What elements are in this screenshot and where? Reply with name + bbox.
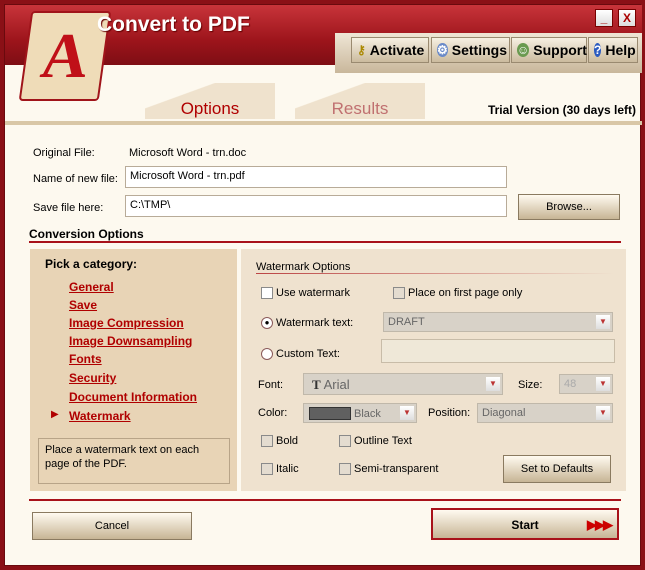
category-image-downsampling[interactable]: Image Downsampling xyxy=(69,334,192,348)
start-button[interactable]: Start ▶▶▶ xyxy=(431,508,619,540)
save-location-label: Save file here: xyxy=(33,202,104,214)
divider xyxy=(256,273,614,274)
users-icon: ☺ xyxy=(517,43,530,57)
bold-label: Bold xyxy=(276,435,299,447)
divider xyxy=(29,499,621,501)
activate-label: Activate xyxy=(369,42,425,58)
gear-icon: ⚙ xyxy=(437,43,448,57)
bold-checkbox[interactable] xyxy=(261,435,273,447)
italic-label: Italic xyxy=(276,463,299,475)
semi-transparent-label: Semi-transparent xyxy=(354,463,439,475)
watermark-text-select[interactable]: DRAFT ▼ xyxy=(383,312,613,332)
color-select[interactable]: Black ▼ xyxy=(303,403,417,423)
outline-label: Outline Text xyxy=(354,435,412,447)
start-label: Start xyxy=(511,518,539,532)
font-icon: T xyxy=(312,377,321,392)
help-label: Help xyxy=(605,42,636,58)
first-page-label: Place on first page only xyxy=(408,287,523,299)
watermark-options-heading: Watermark Options xyxy=(256,261,351,273)
category-general[interactable]: General xyxy=(69,280,114,294)
watermark-text-radio[interactable]: ● xyxy=(261,317,273,329)
key-icon: ⚷ xyxy=(357,43,366,57)
app-window: A Convert to PDF _ X ⚷ Activate ⚙ Settings… xyxy=(4,4,642,566)
category-security[interactable]: Security xyxy=(69,371,116,385)
size-select[interactable]: 48 ▼ xyxy=(559,374,613,394)
use-watermark-label: Use watermark xyxy=(276,287,350,299)
category-fonts[interactable]: Fonts xyxy=(69,352,102,366)
chevron-down-icon: ▼ xyxy=(486,377,500,391)
cancel-button[interactable]: Cancel xyxy=(32,512,192,540)
position-value: Diagonal xyxy=(482,407,526,419)
new-name-input[interactable]: Microsoft Word - trn.pdf xyxy=(125,166,507,188)
position-select[interactable]: Diagonal ▼ xyxy=(477,403,613,423)
custom-text-label: Custom Text: xyxy=(276,348,340,360)
outline-checkbox[interactable] xyxy=(339,435,351,447)
font-label: Font: xyxy=(258,379,284,391)
chevron-down-icon: ▼ xyxy=(596,315,610,329)
category-save[interactable]: Save xyxy=(69,298,97,312)
browse-button[interactable]: Browse... xyxy=(518,194,620,220)
semi-transparent-checkbox[interactable] xyxy=(339,463,351,475)
settings-label: Settings xyxy=(451,42,507,58)
trial-status: Trial Version (30 days left) xyxy=(487,103,636,117)
size-value: 48 xyxy=(564,378,577,390)
font-select[interactable]: T Arial ▼ xyxy=(303,373,503,395)
divider xyxy=(29,241,621,243)
color-value: Black xyxy=(354,408,381,420)
size-label: Size: xyxy=(518,379,543,391)
set-defaults-button[interactable]: Set to Defaults xyxy=(503,455,611,483)
help-icon: ? xyxy=(594,43,602,57)
save-location-input[interactable]: C:\TMP\ xyxy=(125,195,507,217)
selected-arrow-icon: ▶ xyxy=(51,409,59,420)
use-watermark-checkbox[interactable] xyxy=(261,287,273,299)
activate-button[interactable]: ⚷ Activate xyxy=(351,37,429,63)
tab-divider xyxy=(5,121,642,125)
font-value: Arial xyxy=(323,377,350,392)
minimize-button[interactable]: _ xyxy=(595,9,613,27)
tab-options[interactable]: Options xyxy=(145,83,275,119)
color-swatch xyxy=(309,407,351,420)
chevron-down-icon: ▼ xyxy=(596,406,610,420)
italic-checkbox[interactable] xyxy=(261,463,273,475)
first-page-checkbox[interactable] xyxy=(393,287,405,299)
watermark-text-label: Watermark text: xyxy=(276,317,354,329)
chevron-down-icon: ▼ xyxy=(400,406,414,420)
new-name-label: Name of new file: xyxy=(33,173,118,185)
support-label: Support xyxy=(533,42,587,58)
settings-button[interactable]: ⚙ Settings xyxy=(431,37,510,63)
position-label: Position: xyxy=(428,407,471,419)
close-button[interactable]: X xyxy=(618,9,636,27)
category-image-compression[interactable]: Image Compression xyxy=(69,316,184,330)
support-button[interactable]: ☺ Support xyxy=(511,37,587,63)
color-label: Color: xyxy=(258,407,288,419)
custom-text-input[interactable] xyxy=(381,339,615,363)
conversion-options-heading: Conversion Options xyxy=(29,227,144,241)
app-title: Convert to PDF xyxy=(97,13,250,36)
chevron-down-icon: ▼ xyxy=(596,377,610,391)
category-document-information[interactable]: Document Information xyxy=(69,390,197,404)
original-file-value: Microsoft Word - trn.doc xyxy=(129,147,247,159)
tab-results[interactable]: Results xyxy=(295,83,425,119)
help-button[interactable]: ? Help xyxy=(588,37,638,63)
custom-text-radio[interactable] xyxy=(261,348,273,360)
start-arrows-icon: ▶▶▶ xyxy=(587,517,613,532)
category-watermark[interactable]: Watermark xyxy=(69,409,131,423)
category-hint: Place a watermark text on each page of t… xyxy=(38,438,230,484)
original-file-label: Original File: xyxy=(33,147,95,159)
watermark-text-value: DRAFT xyxy=(388,316,425,328)
pick-category-label: Pick a category: xyxy=(45,257,138,271)
